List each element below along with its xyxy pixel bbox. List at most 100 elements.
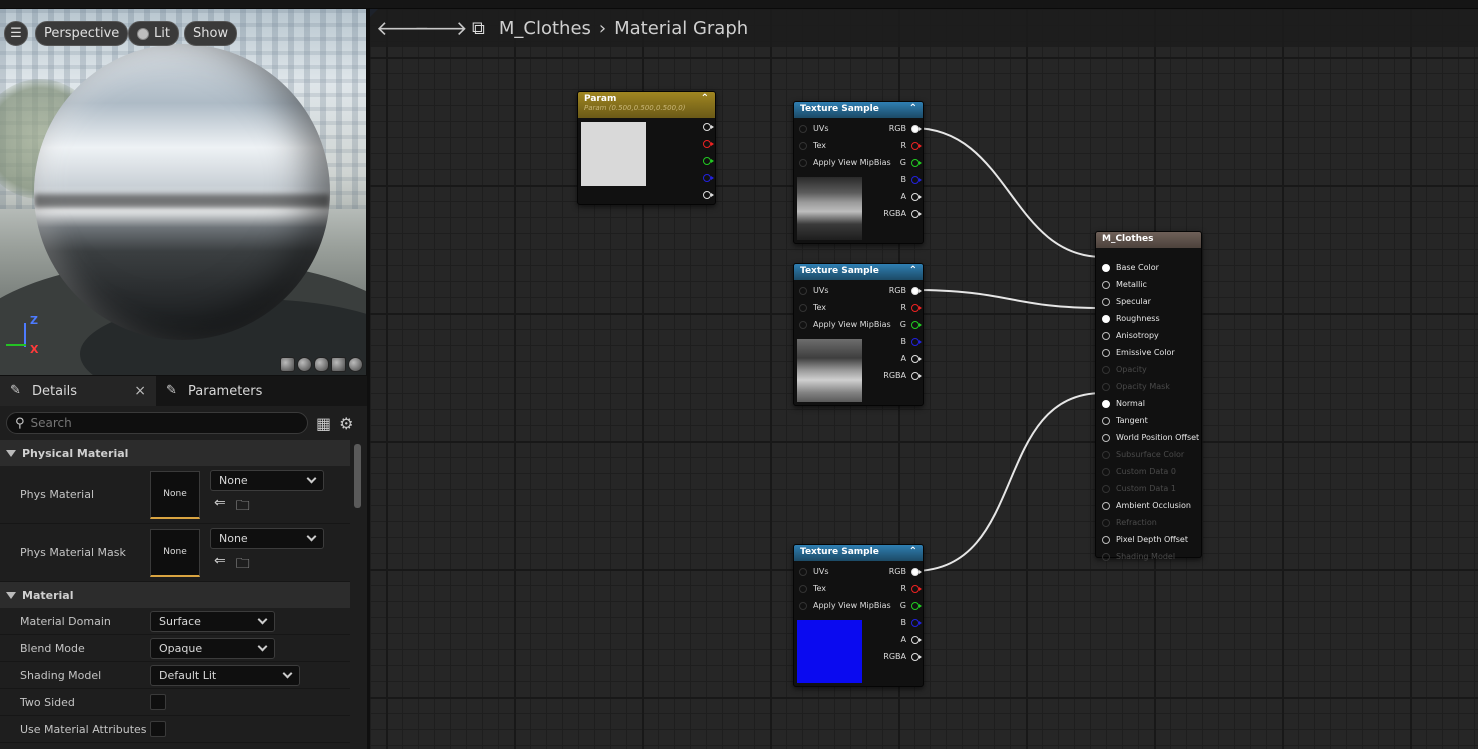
output-pin-row[interactable]: RGBA bbox=[883, 371, 922, 380]
tab-parameters[interactable]: ✎ Parameters bbox=[156, 376, 272, 406]
collapse-caret-icon[interactable]: ⌃ bbox=[909, 546, 917, 557]
gear-icon[interactable]: ⚙ bbox=[339, 414, 353, 433]
result-pin-row[interactable]: Pixel Depth Offset bbox=[1102, 535, 1188, 544]
output-pin-row[interactable] bbox=[703, 157, 714, 165]
input-pin[interactable] bbox=[1102, 535, 1110, 544]
input-pin-row[interactable]: Tex bbox=[799, 303, 826, 312]
input-pin-row[interactable]: UVs bbox=[799, 286, 829, 295]
use-selected-icon[interactable]: ⇐ bbox=[214, 553, 226, 577]
output-pin-row[interactable]: RGBA bbox=[883, 209, 922, 218]
output-pin-row[interactable]: G bbox=[900, 320, 922, 329]
browse-asset-icon[interactable]: 🗀 bbox=[236, 553, 250, 577]
collapse-caret-icon[interactable]: ⌃ bbox=[909, 103, 917, 114]
output-pin[interactable] bbox=[911, 567, 922, 576]
output-pin[interactable] bbox=[911, 371, 922, 380]
details-scrollbar[interactable] bbox=[354, 444, 361, 508]
preview-viewport[interactable]: ☰ Perspective Lit Show Z X bbox=[0, 9, 366, 375]
cube-preview-icon[interactable] bbox=[331, 357, 346, 372]
input-pin[interactable] bbox=[799, 286, 807, 295]
output-pin-g[interactable] bbox=[703, 157, 714, 165]
breadcrumb-asset[interactable]: M_Clothes bbox=[499, 18, 591, 39]
texture-sample-node[interactable]: Texture Sample ⌃ UVs Tex Apply View MipBias R… bbox=[793, 544, 924, 687]
output-pin-row[interactable]: A bbox=[901, 635, 922, 644]
input-pin[interactable] bbox=[799, 158, 807, 167]
output-pin-row[interactable]: B bbox=[901, 618, 922, 627]
material-graph-canvas[interactable]: 🡐 🡒 ⧉ M_Clothes › Material Graph Param P… bbox=[370, 9, 1478, 749]
shading-model-dropdown[interactable]: Default Lit bbox=[150, 664, 300, 686]
table-view-icon[interactable]: ▦ bbox=[316, 414, 331, 433]
input-pin[interactable] bbox=[799, 124, 807, 133]
output-pin[interactable] bbox=[703, 123, 714, 131]
param-node[interactable]: Param Param (0.500,0.500,0.500,0) ⌃ bbox=[577, 91, 716, 205]
forward-arrow-icon[interactable]: 🡒 bbox=[414, 16, 468, 40]
output-pin-row[interactable]: B bbox=[901, 337, 922, 346]
input-pin-row[interactable]: UVs bbox=[799, 124, 829, 133]
result-pin-row[interactable]: World Position Offset bbox=[1102, 433, 1199, 442]
asset-dropdown[interactable]: None bbox=[210, 470, 324, 491]
input-pin-row[interactable]: Apply View MipBias bbox=[799, 158, 891, 167]
category-material[interactable]: Material bbox=[0, 582, 350, 608]
input-pin[interactable] bbox=[799, 320, 807, 329]
material-domain-dropdown[interactable]: Surface bbox=[150, 610, 275, 632]
teapot-preview-icon[interactable] bbox=[348, 357, 363, 372]
output-pin-row[interactable]: A bbox=[901, 192, 922, 201]
output-pin[interactable] bbox=[911, 354, 922, 363]
output-pin-row[interactable]: B bbox=[901, 175, 922, 184]
output-pin-b[interactable] bbox=[703, 174, 714, 182]
category-physical-material[interactable]: Physical Material bbox=[0, 440, 350, 466]
result-pin-row[interactable]: Tangent bbox=[1102, 416, 1148, 425]
input-pin[interactable] bbox=[1102, 433, 1110, 442]
plane-preview-icon[interactable] bbox=[314, 357, 329, 372]
result-pin-row[interactable]: Emissive Color bbox=[1102, 348, 1175, 357]
texture-sample-node[interactable]: Texture Sample ⌃ UVs Tex Apply View MipBias R… bbox=[793, 263, 924, 406]
output-pin-row[interactable]: G bbox=[900, 158, 922, 167]
output-pin[interactable] bbox=[911, 584, 922, 593]
browse-asset-icon[interactable]: 🗀 bbox=[236, 495, 250, 519]
result-pin-row[interactable]: Ambient Occlusion bbox=[1102, 501, 1191, 510]
input-pin[interactable] bbox=[1102, 280, 1110, 289]
output-pin-row[interactable] bbox=[703, 191, 714, 199]
collapse-caret-icon[interactable]: ⌃ bbox=[909, 265, 917, 276]
output-pin-row[interactable]: RGB bbox=[889, 124, 922, 133]
output-pin-row[interactable] bbox=[703, 174, 714, 182]
input-pin-row[interactable]: Apply View MipBias bbox=[799, 601, 891, 610]
blend-mode-dropdown[interactable]: Opaque bbox=[150, 637, 275, 659]
use-selected-icon[interactable]: ⇐ bbox=[214, 495, 226, 519]
search-input[interactable] bbox=[30, 416, 291, 430]
input-pin[interactable] bbox=[1102, 263, 1110, 272]
input-pin-row[interactable]: Tex bbox=[799, 141, 826, 150]
input-pin-row[interactable]: Tex bbox=[799, 584, 826, 593]
input-pin-row[interactable]: Apply View MipBias bbox=[799, 320, 891, 329]
output-pin-row[interactable] bbox=[703, 123, 714, 131]
input-pin[interactable] bbox=[799, 303, 807, 312]
cylinder-preview-icon[interactable] bbox=[280, 357, 295, 372]
output-pin-row[interactable]: G bbox=[900, 601, 922, 610]
output-pin[interactable] bbox=[911, 141, 922, 150]
search-box[interactable]: ⚲ bbox=[6, 412, 308, 434]
close-icon[interactable]: × bbox=[134, 383, 146, 399]
input-pin[interactable] bbox=[799, 601, 807, 610]
input-pin[interactable] bbox=[799, 141, 807, 150]
input-pin-row[interactable]: UVs bbox=[799, 567, 829, 576]
input-pin[interactable] bbox=[1102, 297, 1110, 306]
two-sided-checkbox[interactable] bbox=[150, 694, 166, 710]
texture-sample-node[interactable]: Texture Sample ⌃ UVs Tex Apply View MipBias R… bbox=[793, 101, 924, 244]
output-pin[interactable] bbox=[911, 124, 922, 133]
sphere-preview-icon[interactable] bbox=[297, 357, 312, 372]
output-pin-row[interactable]: A bbox=[901, 354, 922, 363]
show-button[interactable]: Show bbox=[184, 21, 238, 46]
result-pin-row[interactable]: Roughness bbox=[1102, 314, 1160, 323]
output-pin-row[interactable]: RGB bbox=[889, 567, 922, 576]
result-pin-row[interactable]: Metallic bbox=[1102, 280, 1147, 289]
output-pin[interactable] bbox=[911, 303, 922, 312]
material-result-node[interactable]: M_Clothes Base Color Metallic Specular Roug… bbox=[1095, 231, 1202, 561]
output-pin[interactable] bbox=[911, 192, 922, 201]
asset-thumbnail[interactable]: None bbox=[150, 470, 200, 519]
input-pin[interactable] bbox=[1102, 416, 1110, 425]
use-material-attributes-checkbox[interactable] bbox=[150, 721, 166, 737]
output-pin[interactable] bbox=[911, 652, 922, 661]
output-pin[interactable] bbox=[911, 320, 922, 329]
output-pin-row[interactable] bbox=[703, 140, 714, 148]
output-pin[interactable] bbox=[911, 286, 922, 295]
output-pin-a[interactable] bbox=[703, 191, 714, 199]
